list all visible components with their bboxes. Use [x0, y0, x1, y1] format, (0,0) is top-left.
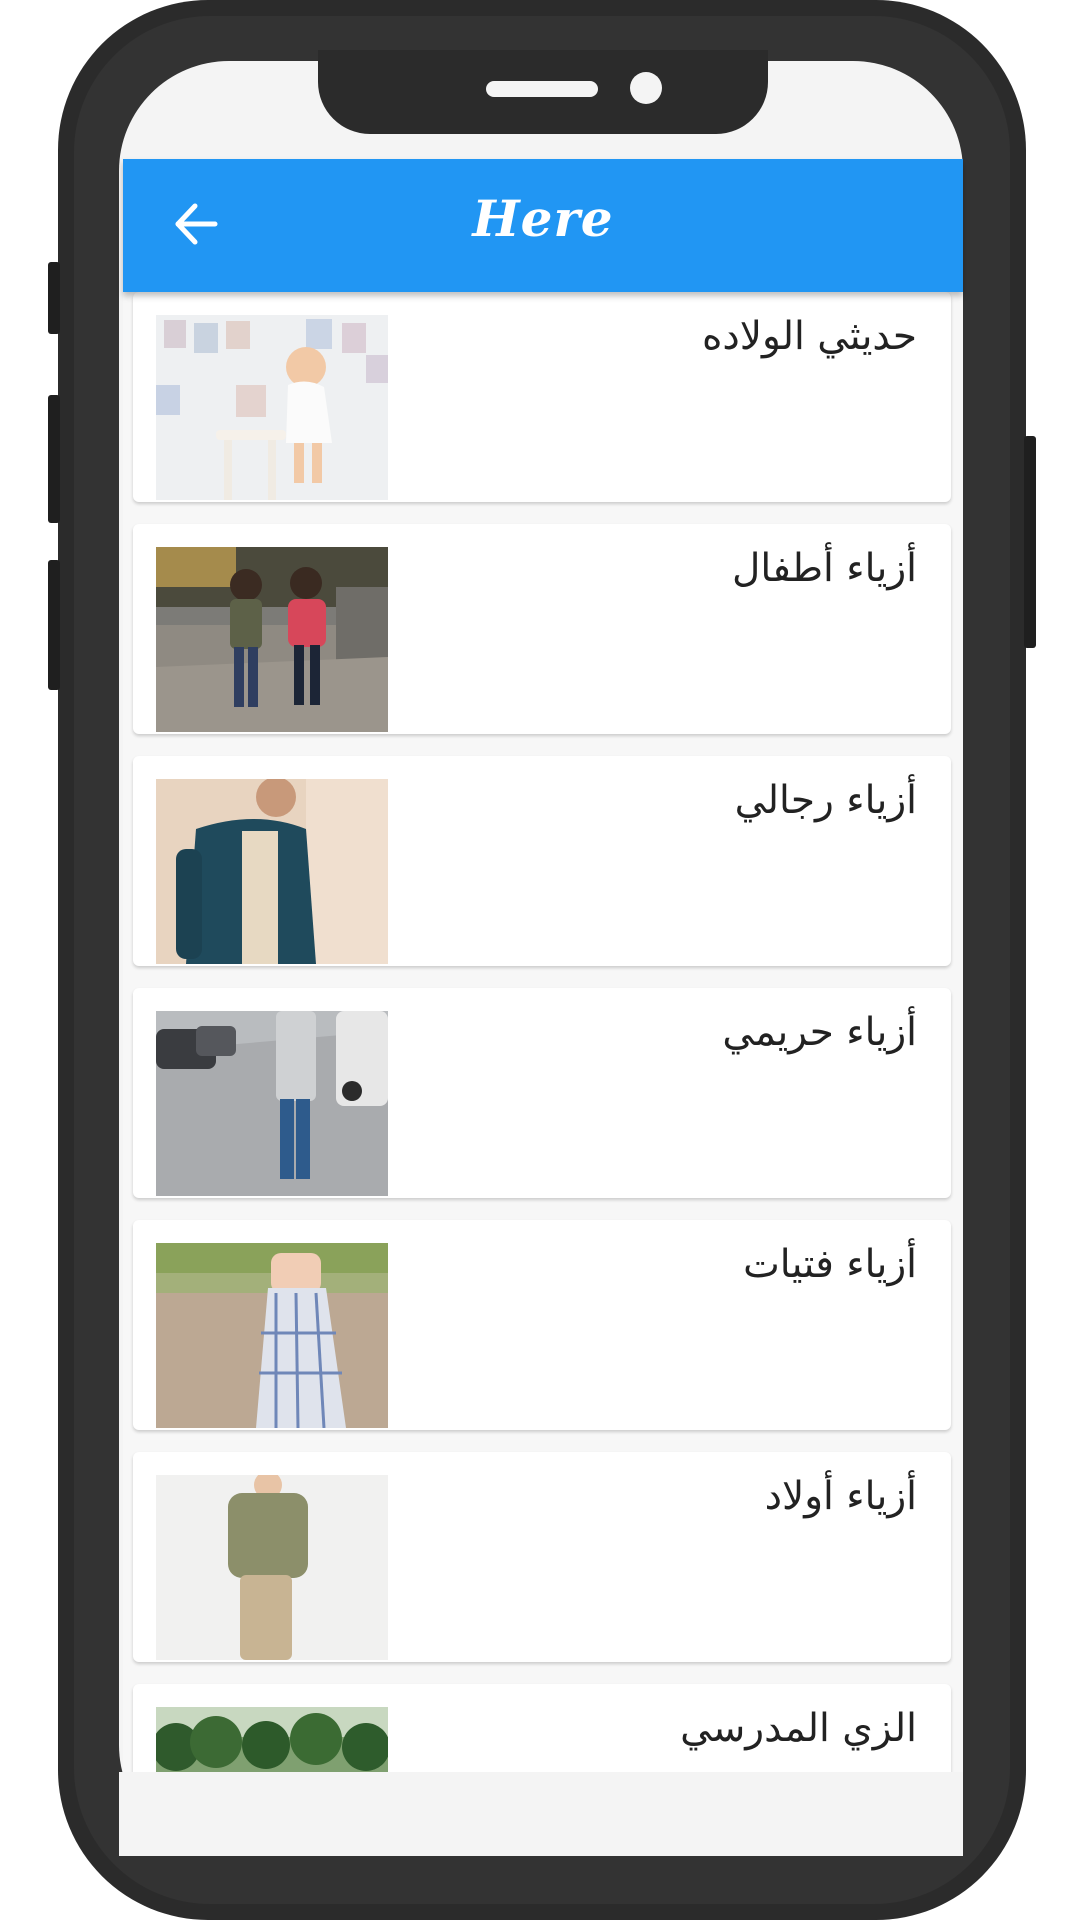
category-card-girls[interactable]: أزياء فتيات [133, 1220, 951, 1430]
category-card-school-uniform[interactable]: الزي المدرسي [133, 1684, 951, 1772]
category-card-kids[interactable]: أزياء أطفال [133, 524, 951, 734]
category-label: أزياء حريمي [722, 1010, 917, 1055]
kids-fashion-photo [156, 547, 388, 732]
category-card-boys[interactable]: أزياء أولاد [133, 1452, 951, 1662]
app-title: Here [472, 189, 614, 248]
app-bar: Here [123, 159, 963, 292]
category-card-women[interactable]: أزياء حريمي [133, 988, 951, 1198]
category-label: حديثي الولاده [701, 314, 917, 359]
category-label: أزياء فتيات [743, 1242, 917, 1287]
mens-fashion-photo [156, 779, 388, 964]
womens-fashion-photo [156, 1011, 388, 1196]
screen-bottom-area [119, 1772, 963, 1856]
category-card-men[interactable]: أزياء رجالي [133, 756, 951, 966]
front-camera [630, 72, 662, 104]
category-label: أزياء أطفال [732, 546, 917, 591]
earpiece-speaker [486, 81, 598, 97]
side-button-mute [48, 262, 60, 334]
category-card-newborn[interactable]: حديثي الولاده [133, 292, 951, 502]
boys-fashion-photo [156, 1475, 388, 1660]
newborn-photo [156, 315, 388, 500]
school-uniform-photo [156, 1707, 388, 1772]
category-label: أزياء رجالي [734, 778, 917, 823]
category-label: أزياء أولاد [764, 1474, 917, 1519]
side-button-volume-down [48, 560, 60, 690]
side-button-volume-up [48, 395, 60, 523]
category-list: حديثي الولاده أزياء أطفال أزياء رجالي أز… [123, 292, 963, 1772]
category-label: الزي المدرسي [680, 1706, 917, 1751]
side-button-power [1024, 436, 1036, 648]
girls-fashion-photo [156, 1243, 388, 1428]
